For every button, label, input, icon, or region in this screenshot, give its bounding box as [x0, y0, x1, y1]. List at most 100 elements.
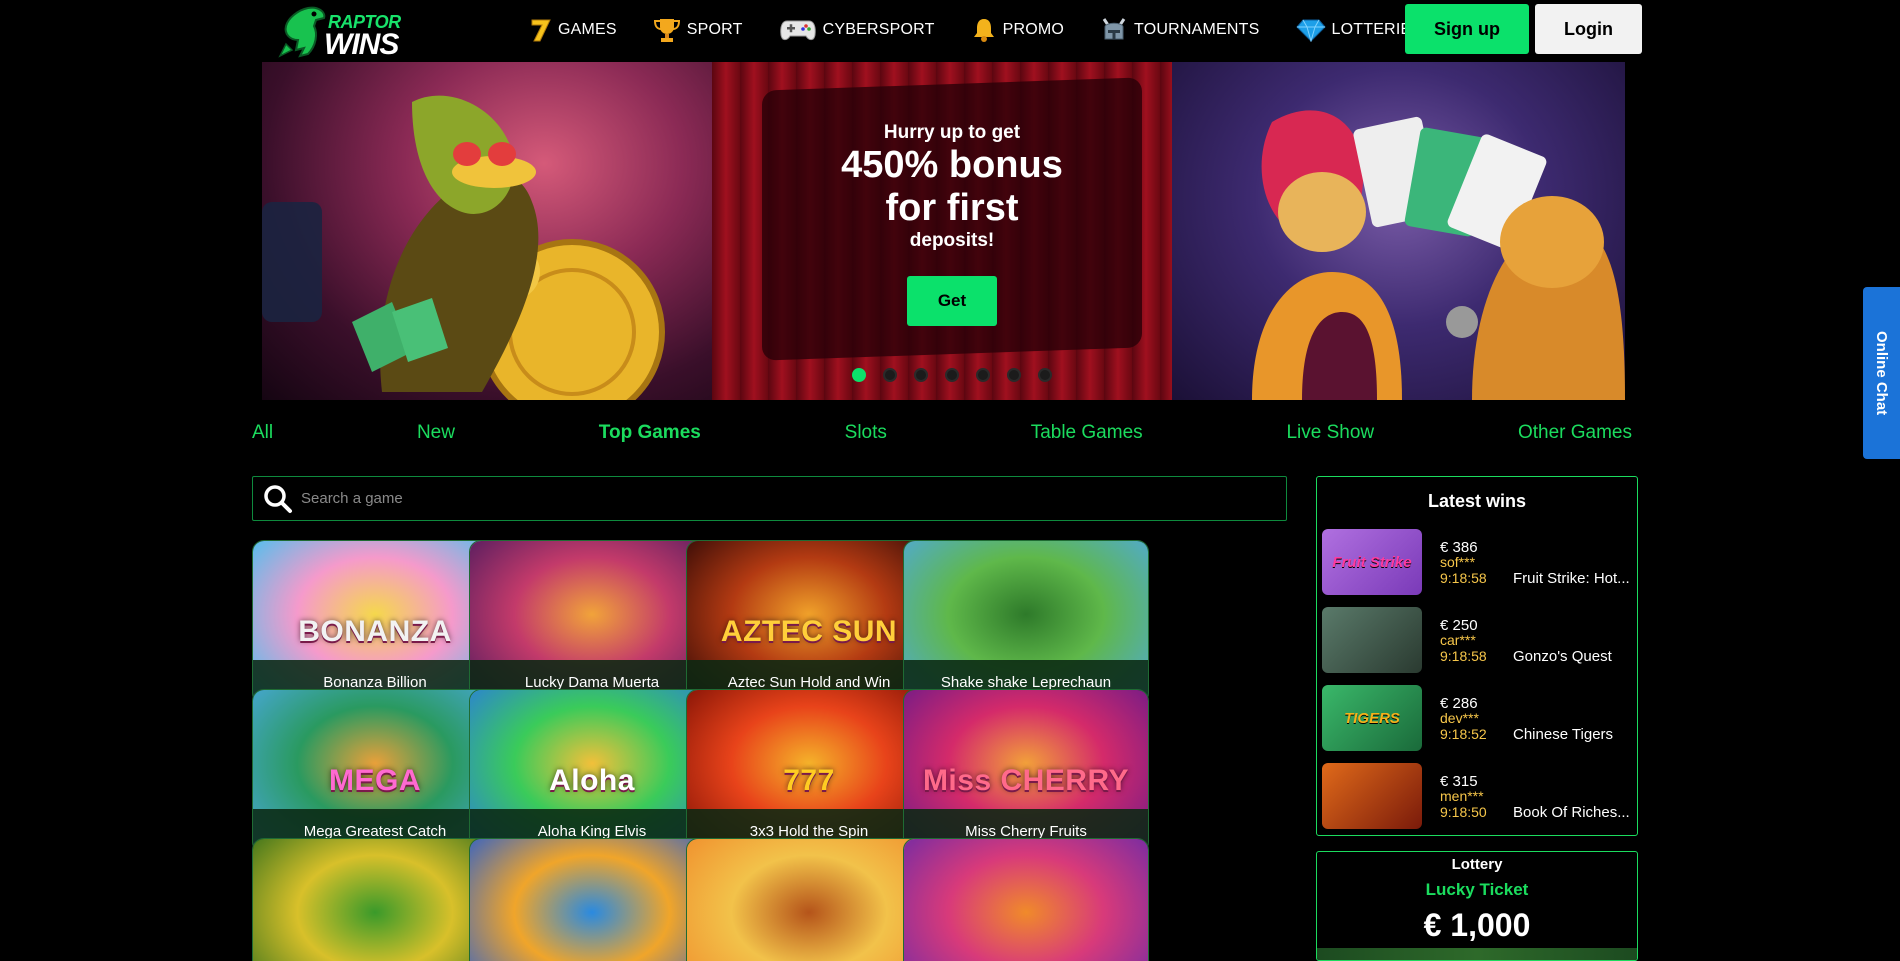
banner-slide-dot[interactable]: [883, 368, 897, 382]
nav-games[interactable]: GAMES: [530, 17, 617, 43]
promo-headline-line2: for first: [885, 187, 1019, 229]
diamond-icon: [1295, 18, 1326, 42]
category-tabs: All New Top Games Slots Table Games Live Show…: [252, 422, 1632, 452]
game-card[interactable]: Lucky Dama Muerta: [469, 540, 715, 705]
raptor-wins-logo[interactable]: RAPTOR WINS: [276, 2, 411, 61]
seven-icon: [530, 17, 552, 43]
lottery-art-strip: [1317, 948, 1637, 960]
tab-all[interactable]: All: [252, 422, 273, 452]
banner-slide-dot[interactable]: [1038, 368, 1052, 382]
game-card[interactable]: Shake shake Leprechaun: [903, 540, 1149, 705]
latest-win-row[interactable]: € 250 car*** 9:18:58 Gonzo's Quest: [1322, 607, 1632, 675]
nav-promo[interactable]: PROMO: [971, 17, 1064, 43]
login-button[interactable]: Login: [1535, 4, 1642, 54]
win-game-thumbnail: Fruit Strike: [1322, 529, 1422, 595]
game-card[interactable]: BONANZA Bonanza Billion: [252, 540, 498, 705]
nav-tournaments-label: TOURNAMENTS: [1134, 21, 1260, 38]
nav-promo-label: PROMO: [1002, 21, 1065, 38]
tab-table-games[interactable]: Table Games: [1031, 422, 1143, 452]
win-game-thumbnail: [1322, 763, 1422, 829]
main-nav: GAMES SPORT CYBERSPORT PROMO TOURNAMENTS: [530, 10, 1458, 50]
game-card[interactable]: 777 3x3 Hold the Spin: [686, 689, 932, 854]
latest-wins-title: Latest wins: [1427, 491, 1527, 511]
raptor-mascot-icon: [278, 6, 326, 58]
nav-tournaments[interactable]: TOURNAMENTS: [1100, 17, 1259, 43]
tab-slots[interactable]: Slots: [845, 422, 887, 452]
win-time: 9:18:52: [1440, 726, 1487, 742]
tab-live-show[interactable]: Live Show: [1286, 422, 1374, 452]
online-chat-button[interactable]: Online Chat: [1863, 287, 1900, 459]
game-thumbnail: [470, 839, 714, 961]
banner-slide-dots: [852, 368, 1069, 382]
game-card[interactable]: [903, 838, 1149, 961]
game-thumbnail: [904, 839, 1148, 961]
banner-art-left: [262, 62, 732, 400]
win-user: men***: [1440, 788, 1484, 804]
promo-headline-bottom: deposits!: [909, 230, 995, 251]
game-art-title: 777: [783, 764, 835, 797]
lottery-name: Lucky Ticket: [1425, 880, 1529, 899]
promo-banner[interactable]: Hurry up to get 450% bonus for first dep…: [262, 62, 1625, 400]
win-user: dev***: [1440, 710, 1479, 726]
game-art-title: BONANZA: [298, 615, 452, 648]
nav-cybersport[interactable]: CYBERSPORT: [779, 17, 935, 43]
win-game-thumbnail: [1322, 607, 1422, 673]
game-art-title: MEGA: [329, 764, 421, 797]
lottery-amount: € 1,000: [1423, 907, 1531, 943]
game-card[interactable]: Miss CHERRY Miss Cherry Fruits: [903, 689, 1149, 854]
banner-slide-dot[interactable]: [852, 368, 866, 382]
game-card[interactable]: MEGA Mega Greatest Catch: [252, 689, 498, 854]
game-art-title: Aloha: [549, 764, 635, 797]
win-thumb-art-text: TIGERS: [1344, 709, 1400, 727]
promo-text: Hurry up to get 450% bonus for first dep…: [762, 122, 1142, 252]
banner-art-right: [1172, 62, 1625, 400]
game-art-title: Miss CHERRY: [922, 764, 1130, 797]
game-art-title: AZTEC SUN: [720, 615, 898, 648]
game-thumbnail: [253, 839, 497, 961]
win-thumb-art-text: Fruit Strike: [1332, 553, 1412, 571]
latest-win-row[interactable]: € 315 men*** 9:18:50 Book Of Riches...: [1322, 763, 1632, 831]
top-header: RAPTOR WINS GAMES SPORT CYBERSPORT PROMO…: [0, 0, 1900, 62]
online-chat-label: Online Chat: [1873, 330, 1890, 416]
banner-slide-dot[interactable]: [914, 368, 928, 382]
bell-icon: [971, 17, 997, 43]
latest-win-row[interactable]: Fruit Strike € 386 sof*** 9:18:58 Fruit Stri…: [1322, 529, 1632, 597]
promo-get-button[interactable]: Get: [907, 276, 997, 326]
game-card[interactable]: Aloha Aloha King Elvis: [469, 689, 715, 854]
helmet-icon: [1100, 17, 1128, 43]
banner-slide-dot[interactable]: [976, 368, 990, 382]
nav-sport-label: SPORT: [686, 21, 743, 38]
banner-slide-dot[interactable]: [945, 368, 959, 382]
latest-win-row[interactable]: TIGERS € 286 dev*** 9:18:52 Chinese Tigers: [1322, 685, 1632, 753]
game-card[interactable]: [252, 838, 498, 961]
nav-cybersport-label: CYBERSPORT: [822, 21, 935, 38]
logo-line2: WINS: [324, 28, 399, 61]
game-card[interactable]: [686, 838, 932, 961]
game-card[interactable]: AZTEC SUN Aztec Sun Hold and Win: [686, 540, 932, 705]
search-input[interactable]: [301, 490, 1201, 507]
nav-sport[interactable]: SPORT: [653, 17, 743, 43]
nav-lotteries[interactable]: LOTTERIES: [1295, 18, 1423, 42]
win-time: 9:18:58: [1440, 648, 1487, 664]
latest-wins-panel: Latest wins Fruit Strike € 386 sof*** 9:18:…: [1316, 476, 1638, 836]
win-game-name: Book Of Riches...: [1513, 804, 1630, 821]
win-game-name: Gonzo's Quest: [1513, 648, 1612, 665]
game-search-bar[interactable]: [252, 476, 1287, 521]
win-game-thumbnail: TIGERS: [1322, 685, 1422, 751]
tab-top-games[interactable]: Top Games: [599, 422, 701, 452]
win-time: 9:18:50: [1440, 804, 1487, 820]
promo-headline-line1: 450% bonus: [841, 144, 1063, 186]
lottery-title: Lottery: [1451, 856, 1503, 873]
tab-other-games[interactable]: Other Games: [1518, 422, 1632, 452]
win-user: sof***: [1440, 554, 1476, 570]
game-card[interactable]: [469, 838, 715, 961]
gamepad-icon: [779, 17, 817, 43]
lottery-panel[interactable]: Lottery Lucky Ticket € 1,000: [1316, 851, 1638, 961]
games-grid: BONANZA Bonanza Billion Lucky Dama Muerta A…: [252, 540, 1287, 961]
win-time: 9:18:58: [1440, 570, 1487, 586]
banner-slide-dot[interactable]: [1007, 368, 1021, 382]
trophy-icon: [653, 17, 681, 43]
tab-new[interactable]: New: [417, 422, 455, 452]
win-game-name: Chinese Tigers: [1513, 726, 1614, 743]
signup-button[interactable]: Sign up: [1405, 4, 1529, 54]
